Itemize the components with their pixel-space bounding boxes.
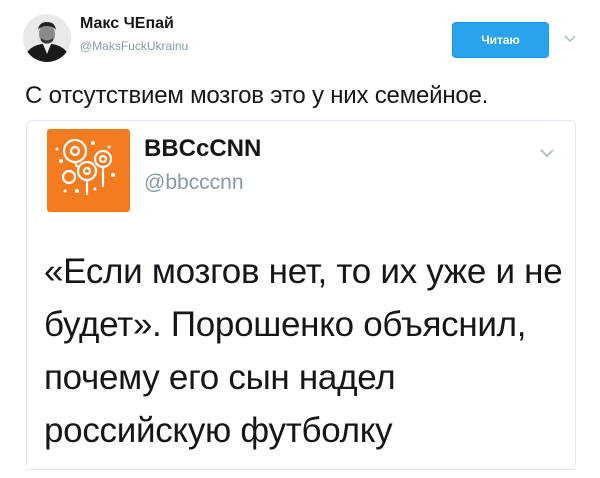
quoted-author-handle[interactable]: @bbcccnn — [144, 171, 244, 195]
quoted-author-name[interactable]: BBCcCNN — [144, 135, 261, 163]
divider — [26, 469, 576, 470]
quoted-tweet-menu-button[interactable] — [537, 143, 557, 163]
tweet-text: С отсутствием мозгов это у них семейное. — [25, 82, 489, 109]
quoted-avatar[interactable] — [47, 129, 130, 212]
tweet-menu-button[interactable] — [562, 30, 578, 46]
chevron-down-icon — [540, 149, 554, 158]
follow-button[interactable]: Читаю — [452, 22, 549, 58]
quoted-tweet-card[interactable]: BBCcCNN @bbcccnn «Если мозгов нет, то их… — [26, 120, 576, 465]
chevron-down-icon — [564, 35, 576, 43]
author-name[interactable]: Макс ЧЕпай — [80, 15, 174, 33]
orange-circles-logo-icon — [55, 138, 115, 195]
author-avatar[interactable] — [23, 14, 71, 62]
quoted-tweet-text: «Если мозгов нет, то их уже и не будет».… — [44, 252, 563, 450]
person-portrait-icon — [23, 14, 71, 62]
author-handle[interactable]: @MaksFuckUkrainu — [80, 39, 188, 53]
